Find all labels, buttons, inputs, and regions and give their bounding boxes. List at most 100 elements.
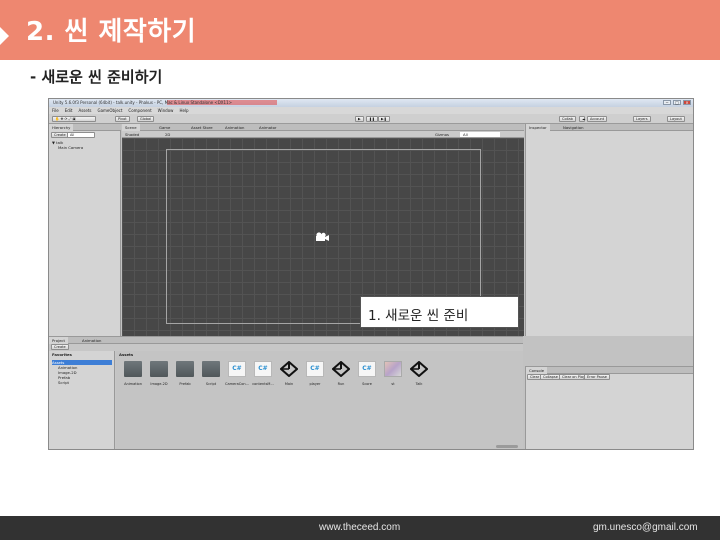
project-tree: Favorites Assets Animation Image-2D Pref… <box>49 351 115 449</box>
asset-item[interactable]: C# contentsM... <box>251 361 275 386</box>
tab-animation[interactable]: Animation <box>222 124 247 131</box>
asset-item[interactable]: Image-2D <box>147 361 171 386</box>
tree-item-script[interactable]: Script <box>58 380 69 385</box>
csharp-script-icon: C# <box>306 361 324 377</box>
header-notch <box>0 27 9 45</box>
main-toolbar: ✋ ✥ ⟳ ⤢ ▣ Pivot Global ▶ ❚❚ ▶❚ Collab ☁ … <box>49 114 693 124</box>
menu-component[interactable]: Component <box>128 108 151 113</box>
menu-help[interactable]: Help <box>179 108 188 113</box>
close-button[interactable]: × <box>683 100 691 105</box>
menu-assets[interactable]: Assets <box>78 108 91 113</box>
csharp-script-icon: C# <box>228 361 246 377</box>
account-dropdown[interactable]: Account <box>587 116 608 122</box>
footer-website: www.theceed.com <box>319 522 401 533</box>
footer-email: gm.unesco@gmail.com <box>593 522 698 533</box>
asset-label: Main <box>284 382 294 386</box>
asset-item[interactable]: C# Score <box>355 361 379 386</box>
unity-scene-icon <box>409 360 429 378</box>
folder-icon <box>202 361 220 377</box>
tab-navigation[interactable]: Navigation <box>560 124 586 131</box>
menu-bar: File Edit Assets GameObject Component Wi… <box>49 107 693 114</box>
inspector-tabbar: Inspector Navigation <box>526 124 693 131</box>
console-error-pause-button[interactable]: Error Pause <box>584 374 610 380</box>
hierarchy-panel: Hierarchy Create All ▼ talk Main Camera <box>49 124 121 336</box>
cloud-icon[interactable]: ☁ <box>579 116 586 122</box>
image-thumbnail-icon <box>384 361 402 377</box>
project-panel: Project Animation Create Favorites Asset… <box>49 336 523 449</box>
hierarchy-header: Hierarchy <box>49 124 121 131</box>
asset-item[interactable]: st <box>381 361 405 386</box>
window-title: Unity 5.6.0f3 Personal (64bit) - talk.un… <box>53 100 232 105</box>
slide-subtitle: - 새로운 씬 준비하기 <box>30 68 163 86</box>
asset-item[interactable]: Run <box>329 360 353 386</box>
global-toggle[interactable]: Global <box>137 116 155 122</box>
asset-label: Run <box>337 382 345 386</box>
scene-search-input[interactable]: All <box>460 132 500 137</box>
asset-item[interactable]: Script <box>199 361 223 386</box>
console-tabbar: Console <box>526 367 693 374</box>
asset-item[interactable]: Talk <box>407 360 431 386</box>
header-bar: 2. 씬 제작하기 <box>0 0 720 60</box>
asset-label: Talk <box>415 382 423 386</box>
asset-item[interactable]: Main <box>277 360 301 386</box>
folder-icon <box>150 361 168 377</box>
maximize-button[interactable]: □ <box>673 100 681 105</box>
console-collapse-button[interactable]: Collapse <box>540 374 561 380</box>
layout-dropdown[interactable]: Layout <box>667 116 685 122</box>
tab-inspector[interactable]: Inspector <box>526 124 550 131</box>
layers-dropdown[interactable]: Layers <box>633 116 651 122</box>
unity-scene-icon <box>331 360 351 378</box>
asset-label: player <box>309 382 321 386</box>
transform-tools[interactable]: ✋ ✥ ⟳ ⤢ ▣ <box>52 116 96 122</box>
asset-label: Image-2D <box>150 382 168 386</box>
tab-game[interactable]: Game <box>156 124 173 131</box>
callout-label: 1. 새로운 씬 준비 <box>360 296 519 328</box>
footer-bar: www.theceed.com gm.unesco@gmail.com <box>0 516 720 540</box>
asset-grid: Assets Animation Image-2D Prefab Script <box>116 351 523 449</box>
asset-label: contentsM... <box>252 382 274 386</box>
tab-animator[interactable]: Animator <box>256 124 279 131</box>
shaded-dropdown[interactable]: Shaded <box>122 131 142 138</box>
console-panel: Console Clear Collapse Clear on Play Err… <box>525 366 693 449</box>
inspector-panel: Inspector Navigation <box>525 124 693 336</box>
project-create-button[interactable]: Create <box>51 344 69 350</box>
slide: 2. 씬 제작하기 - 새로운 씬 준비하기 Unity 5.6.0f3 Per… <box>0 0 720 540</box>
hierarchy-item-main-camera[interactable]: Main Camera <box>58 145 83 150</box>
folder-icon <box>124 361 142 377</box>
slide-title: 2. 씬 제작하기 <box>26 17 197 47</box>
play-button[interactable]: ▶ <box>355 116 364 122</box>
tab-hierarchy[interactable]: Hierarchy <box>49 124 74 131</box>
asset-item[interactable]: Animation <box>121 361 145 386</box>
hierarchy-create-button[interactable]: Create <box>51 132 69 138</box>
asset-item[interactable]: C# CameraCon... <box>225 361 249 386</box>
icon-size-slider[interactable] <box>496 445 518 448</box>
minimize-button[interactable]: − <box>663 100 671 105</box>
asset-label: st <box>391 382 395 386</box>
asset-label: Animation <box>124 382 142 386</box>
tab-asset-store[interactable]: Asset Store <box>188 124 216 131</box>
step-button[interactable]: ▶❚ <box>378 116 390 122</box>
pivot-toggle[interactable]: Pivot <box>115 116 130 122</box>
folder-icon <box>176 361 194 377</box>
asset-label: Script <box>205 382 217 386</box>
project-tabbar: Project Animation <box>49 337 523 344</box>
gizmos-dropdown[interactable]: Gizmos <box>432 131 452 138</box>
asset-item[interactable]: Prefab <box>173 361 197 386</box>
menu-file[interactable]: File <box>52 108 59 113</box>
asset-item[interactable]: C# player <box>303 361 327 386</box>
hierarchy-search-input[interactable]: All <box>67 132 95 138</box>
menu-edit[interactable]: Edit <box>65 108 73 113</box>
collab-dropdown[interactable]: Collab <box>559 116 576 122</box>
tab-scene[interactable]: Scene <box>122 124 140 131</box>
favorites-item[interactable]: Favorites <box>52 352 72 357</box>
camera-gizmo-icon[interactable] <box>314 232 330 244</box>
tab-project-animation[interactable]: Animation <box>79 337 104 344</box>
mode-2d-toggle[interactable]: 2D <box>162 131 173 138</box>
tab-project[interactable]: Project <box>49 337 68 344</box>
tab-console[interactable]: Console <box>526 367 548 374</box>
window-controls: − □ × <box>663 100 691 105</box>
pause-button[interactable]: ❚❚ <box>366 116 378 122</box>
asset-label: CameraCon... <box>225 382 249 386</box>
menu-window[interactable]: Window <box>158 108 174 113</box>
menu-gameobject[interactable]: GameObject <box>97 108 122 113</box>
